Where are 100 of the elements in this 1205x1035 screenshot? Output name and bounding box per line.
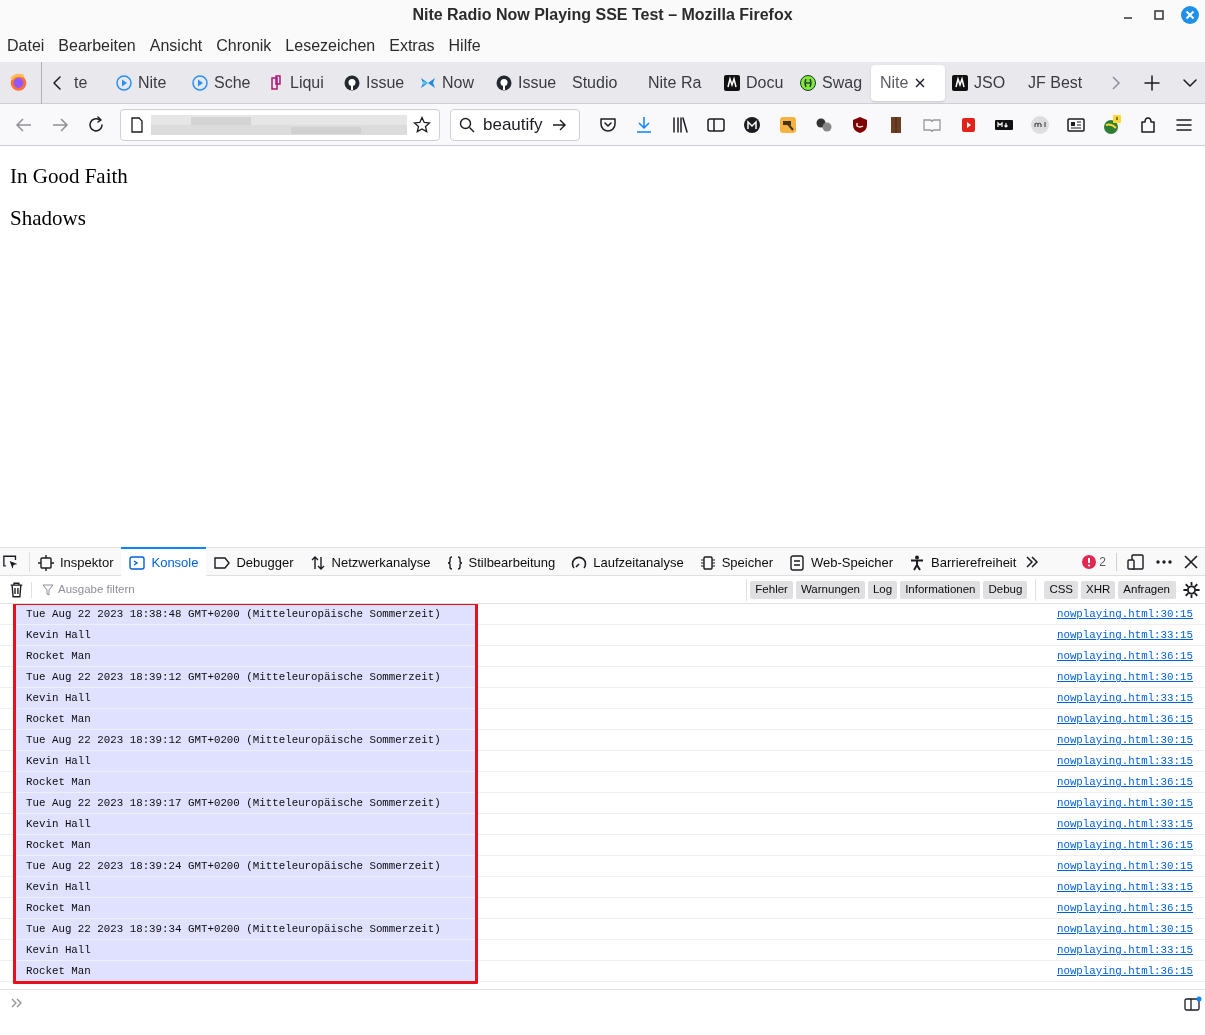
log-message: Tue Aug 22 2023 18:39:17 GMT+0200 (Mitteleuropäische Sommerzeit) [16,793,476,813]
source-link[interactable]: nowplaying.html:36:15 [1056,899,1193,917]
log-level-filter-button[interactable]: Informationen [900,580,981,599]
source-link[interactable]: nowplaying.html:36:15 [1056,836,1193,854]
log-level-filter-button[interactable]: Fehler [750,580,793,599]
clipboard-icon [268,74,284,91]
browser-tab[interactable]: Nite Ra [642,64,718,101]
page-icon [129,116,145,133]
source-link[interactable]: nowplaying.html:30:15 [1056,920,1193,938]
browser-tab[interactable]: JSO [946,64,1022,101]
log-message: Rocket Man [16,772,476,792]
document-icon [788,554,805,571]
menu-item[interactable]: Bearbeiten [58,34,136,58]
menu-item[interactable]: Datei [7,34,45,58]
source-link[interactable]: nowplaying.html:30:15 [1056,731,1193,749]
browser-tab[interactable]: te [72,64,110,101]
browser-tab[interactable]: Swag [794,64,870,101]
close-icon[interactable] [1183,553,1199,570]
search-field[interactable]: beautify [450,108,580,141]
log-message: Tue Aug 22 2023 18:39:34 GMT+0200 (Mitteleuropäische Sommerzeit) [16,919,476,939]
up-down-arrows-icon [309,554,326,571]
devtools-tab[interactable]: Inspektor [30,547,122,576]
chip-icon [699,554,716,571]
letter-m-logo-icon [952,74,968,91]
log-level-filter-button[interactable]: Log [867,580,898,599]
crosshair-icon [38,554,54,571]
browser-tab[interactable]: Studio [566,64,642,101]
menu-item[interactable]: Extras [389,34,435,58]
page-text: Shadows [10,206,87,230]
menu-item[interactable]: Chronik [216,34,272,58]
error-count-button[interactable]: 2 [1082,552,1117,571]
tag-icon [214,554,231,571]
source-link[interactable]: nowplaying.html:30:15 [1056,857,1193,875]
request-filter-button[interactable]: CSS [1044,580,1079,599]
source-link[interactable]: nowplaying.html:36:15 [1056,710,1193,728]
source-link[interactable]: nowplaying.html:33:15 [1056,752,1193,770]
braces-icon [446,554,463,571]
source-link[interactable]: nowplaying.html:33:15 [1056,689,1193,707]
bookmark-star-icon[interactable] [413,115,431,134]
log-message: Rocket Man [16,709,476,729]
source-link[interactable]: nowplaying.html:30:15 [1056,668,1193,686]
source-link[interactable]: nowplaying.html:33:15 [1056,878,1193,896]
log-level-filter-button[interactable]: Warnungen [795,580,865,599]
menu-item[interactable]: Hilfe [448,34,481,58]
element-picker-icon[interactable] [0,551,30,572]
devtools-tab[interactable]: Stilbearbeitung [438,547,564,576]
log-message: Tue Aug 22 2023 18:39:12 GMT+0200 (Mitteleuropäische Sommerzeit) [16,667,476,687]
source-link[interactable]: nowplaying.html:30:15 [1056,605,1193,623]
filter-icon [42,583,54,596]
error-icon [1082,554,1097,569]
devtools-tab[interactable]: Web-Speicher [780,547,902,576]
source-link[interactable]: nowplaying.html:36:15 [1056,773,1193,791]
browser-tab[interactable]: Issue [490,64,566,101]
gauge-icon [571,554,588,571]
devtools-tab[interactable]: Laufzeitanalyse [563,547,692,576]
request-filter-button[interactable]: Anfragen [1118,580,1175,599]
source-link[interactable]: nowplaying.html:36:15 [1056,962,1193,980]
browser-tab[interactable]: Issue [338,64,414,101]
source-link[interactable]: nowplaying.html:33:15 [1056,626,1193,644]
log-message: Kevin Hall [16,877,476,897]
source-link[interactable]: nowplaying.html:33:15 [1056,941,1193,959]
browser-tab[interactable]: Docu [718,64,794,101]
devtools-tab[interactable]: Speicher [691,547,781,576]
log-level-filter-button[interactable]: Debug [983,580,1028,599]
source-link[interactable]: nowplaying.html:33:15 [1056,815,1193,833]
responsive-design-icon[interactable] [1127,552,1145,571]
log-message: Rocket Man [16,646,476,666]
page-text: In Good Faith [10,164,129,188]
log-message: Rocket Man [16,898,476,918]
log-message: Rocket Man [16,835,476,855]
log-message: Kevin Hall [16,625,476,645]
log-message: Tue Aug 22 2023 18:38:48 GMT+0200 (Mitteleuropäische Sommerzeit) [16,604,476,624]
devtools-tab[interactable]: Konsole [121,547,207,576]
browser-tab[interactable]: Sche [186,64,262,101]
menu-item[interactable]: Ansicht [149,34,203,58]
devtools-tab[interactable]: Barrierefreiheit [901,547,1025,576]
source-link[interactable]: nowplaying.html:30:15 [1056,794,1193,812]
person-icon [909,554,926,571]
letter-m-logo-icon [724,74,740,91]
console-prompt-icon [129,554,146,571]
browser-tab[interactable]: Nite [110,64,186,101]
menu-item[interactable]: Lesezeichen [285,34,376,58]
md-circle-icon[interactable] [1028,114,1052,135]
play-circle-icon [192,74,208,91]
request-filter-button[interactable]: XHR [1081,580,1116,599]
close-icon[interactable] [914,76,927,89]
log-message: Tue Aug 22 2023 18:39:12 GMT+0200 (Mitteleuropäische Sommerzeit) [16,730,476,750]
filter-field[interactable]: Ausgabe filtern [58,580,318,599]
search-icon [459,116,475,133]
log-message: Kevin Hall [16,940,476,960]
play-circle-icon [116,74,132,91]
source-link[interactable]: nowplaying.html:36:15 [1056,647,1193,665]
browser-tab[interactable]: Nite [871,64,945,101]
browser-tab[interactable]: Liqui [262,64,338,101]
devtools-tab[interactable]: Netzwerkanalyse [301,547,439,576]
browser-tab[interactable]: Now [414,64,490,101]
log-message: Kevin Hall [16,688,476,708]
more-tools-icon[interactable] [1024,553,1041,570]
browser-tab[interactable]: JF Best [1022,64,1098,101]
devtools-tab[interactable]: Debugger [206,547,302,576]
